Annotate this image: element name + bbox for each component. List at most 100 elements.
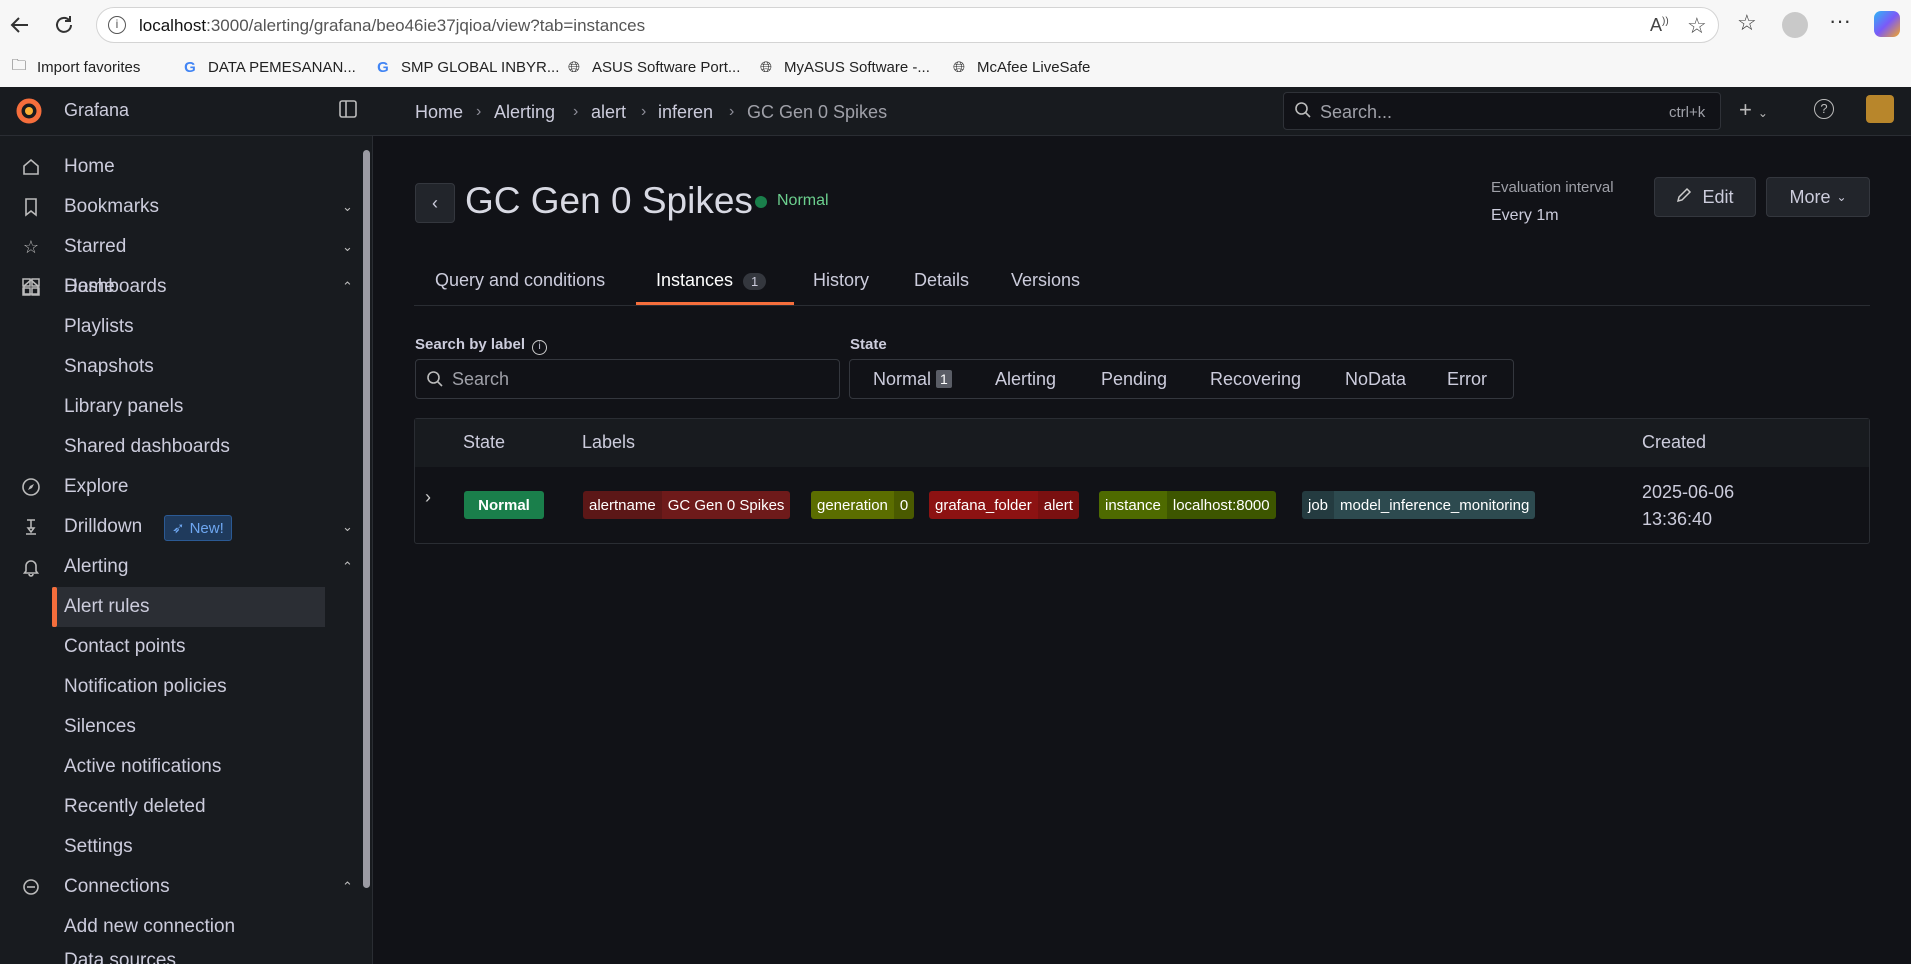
bookmark-myasus[interactable]: 🌐︎ MyASUS Software -... — [757, 55, 930, 79]
sidebar-item-silences[interactable]: Silences — [0, 707, 360, 747]
bookmark-icon — [20, 196, 42, 218]
reload-button[interactable] — [49, 10, 79, 40]
label-search-input[interactable]: Search — [415, 359, 840, 399]
favorite-star-icon[interactable]: ☆ — [1687, 13, 1707, 39]
sidebar-item-snapshots[interactable]: Snapshots — [0, 347, 360, 387]
sidebar-item-starred[interactable]: ☆ Starred ⌄ — [0, 227, 360, 267]
tabs-divider — [414, 305, 1870, 306]
info-icon[interactable]: i — [532, 340, 548, 355]
tab-query-and-conditions[interactable]: Query and conditions — [435, 270, 605, 291]
label-chip-job[interactable]: job model_inference_monitoring — [1302, 491, 1536, 519]
state-option-normal[interactable]: Normal 1 — [873, 360, 952, 398]
breadcrumb-inferen[interactable]: inferen — [658, 102, 713, 123]
tab-count-badge: 1 — [743, 273, 767, 290]
label-value: alert — [1037, 491, 1079, 519]
copilot-icon[interactable] — [1874, 11, 1900, 37]
state-option-recovering[interactable]: Recovering — [1210, 360, 1301, 398]
breadcrumb-home[interactable]: Home — [415, 102, 463, 123]
sidebar-item-label: Connections — [64, 876, 170, 897]
column-header-state[interactable]: State — [463, 432, 505, 453]
chevron-down-icon[interactable]: ⌄ — [342, 239, 353, 255]
globe-icon: 🌐︎ — [952, 58, 965, 76]
label-chip-generation[interactable]: generation 0 — [811, 491, 915, 519]
chevron-up-icon[interactable]: ⌃ — [342, 559, 353, 575]
label-value: GC Gen 0 Spikes — [661, 491, 791, 519]
more-button[interactable]: More ⌄ — [1766, 177, 1870, 217]
state-filter-group: Normal 1 Alerting Pending Recovering NoDa… — [849, 359, 1514, 399]
bookmark-smp-global[interactable]: G SMP GLOBAL INBYR... — [374, 55, 559, 79]
globe-icon: 🌐︎ — [567, 58, 580, 76]
new-plus-icon[interactable]: + ⌄ — [1739, 97, 1768, 123]
chevron-up-icon[interactable]: ⌃ — [342, 279, 353, 295]
tab-history[interactable]: History — [813, 270, 869, 291]
bookmark-asus-software[interactable]: 🌐︎ ASUS Software Port... — [565, 55, 740, 79]
home-icon — [20, 156, 42, 178]
favorites-icon[interactable]: ☆ — [1737, 10, 1757, 36]
global-search[interactable]: Search... ctrl+k — [1283, 92, 1721, 130]
read-aloud-icon[interactable]: A)) — [1650, 15, 1669, 36]
tab-versions[interactable]: Versions — [1011, 270, 1080, 291]
chevron-down-icon[interactable]: ⌄ — [342, 519, 353, 535]
user-avatar[interactable] — [1866, 95, 1894, 123]
state-option-nodata[interactable]: NoData — [1345, 360, 1406, 398]
sidebar-item-home[interactable]: Home — [0, 147, 360, 187]
chevron-down-icon[interactable]: ⌄ — [342, 199, 353, 215]
breadcrumb-alert[interactable]: alert — [591, 102, 626, 123]
bell-icon — [20, 556, 42, 578]
column-header-created[interactable]: Created — [1642, 432, 1706, 453]
breadcrumb-alerting[interactable]: Alerting — [494, 102, 555, 123]
browser-chrome: i localhost:3000/alerting/grafana/beo46i… — [0, 0, 1911, 87]
label-key: job — [1302, 491, 1335, 519]
sidebar-item-playlists[interactable]: Playlists — [0, 307, 360, 347]
state-option-error[interactable]: Error — [1447, 360, 1487, 398]
sidebar-item-drilldown[interactable]: Drilldown ➶ New! ⌄ — [0, 507, 360, 547]
tab-instances[interactable]: Instances 1 — [656, 270, 767, 291]
sidebar-scrollbar[interactable] — [363, 150, 370, 888]
help-icon[interactable]: ? — [1814, 99, 1834, 119]
label-chip-alertname[interactable]: alertname GC Gen 0 Spikes — [583, 491, 791, 519]
back-button[interactable] — [5, 10, 35, 40]
sidebar-item-alert-rules[interactable]: Alert rules — [52, 587, 325, 627]
folder-import-icon: 🗀 — [11, 56, 27, 74]
sidebar-item-bookmarks[interactable]: Bookmarks ⌄ — [0, 187, 360, 227]
bookmark-data-pemesanan[interactable]: G DATA PEMESANAN... — [181, 55, 356, 79]
sidebar-item-settings[interactable]: Settings — [0, 827, 360, 867]
address-bar[interactable]: i localhost:3000/alerting/grafana/beo46i… — [96, 7, 1719, 43]
sidebar-item-label: Library panels — [64, 396, 184, 417]
column-header-labels[interactable]: Labels — [582, 432, 635, 453]
sidebar-item-active-notifications[interactable]: Active notifications — [0, 747, 360, 787]
menu-dots-icon[interactable]: ··· — [1829, 8, 1851, 34]
dock-menu-icon[interactable] — [338, 99, 360, 121]
compass-icon — [20, 476, 42, 498]
sidebar-item-dashboards[interactable]: Dashboards ⌃ — [0, 267, 360, 307]
sidebar-item-contact-points[interactable]: Contact points — [0, 627, 360, 667]
sidebar-item-recently-deleted[interactable]: Recently deleted — [0, 787, 360, 827]
label-chip-grafana-folder[interactable]: grafana_folder alert — [929, 491, 1079, 519]
info-icon[interactable]: i — [108, 16, 126, 34]
edit-button[interactable]: Edit — [1654, 177, 1756, 217]
sidebar-item-library-panels[interactable]: Library panels — [0, 387, 360, 427]
back-button[interactable]: ‹ — [415, 183, 455, 223]
bookmark-mcafee[interactable]: 🌐︎ McAfee LiveSafe — [950, 55, 1090, 79]
label-chip-instance[interactable]: instance localhost:8000 — [1099, 491, 1276, 519]
search-placeholder: Search... — [1320, 102, 1393, 122]
state-option-pending[interactable]: Pending — [1101, 360, 1167, 398]
sidebar-item-label: Contact points — [64, 636, 186, 657]
state-option-alerting[interactable]: Alerting — [995, 360, 1056, 398]
sidebar-item-explore[interactable]: Explore — [0, 467, 360, 507]
sidebar-item-notification-policies[interactable]: Notification policies — [0, 667, 360, 707]
sidebar-item-add-new-connection[interactable]: Add new connection — [0, 907, 360, 947]
globe-icon: 🌐︎ — [759, 58, 772, 76]
search-label-text: Search by label — [415, 336, 526, 353]
sidebar-item-alerting[interactable]: Alerting ⌃ — [0, 547, 360, 587]
sidebar-item-connections[interactable]: Connections ⌃ — [0, 867, 360, 907]
grafana-logo-icon[interactable] — [15, 97, 43, 125]
tab-details[interactable]: Details — [914, 270, 969, 291]
expand-row-chevron-icon[interactable]: › — [425, 487, 431, 508]
sidebar-item-shared-dashboards[interactable]: Shared dashboards — [0, 427, 360, 467]
profile-avatar-icon[interactable] — [1782, 12, 1808, 38]
sidebar-item-data-sources[interactable]: Data sources — [0, 947, 360, 964]
url-host: localhost — [139, 16, 207, 35]
bookmark-import-favorites[interactable]: 🗀 Import favorites — [10, 55, 140, 79]
chevron-up-icon[interactable]: ⌃ — [342, 879, 353, 895]
